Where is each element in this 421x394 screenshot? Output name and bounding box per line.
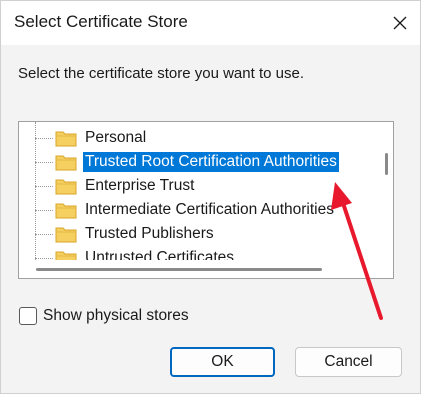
tree-item-label: Personal: [85, 129, 147, 146]
tree-item-label: Trusted Publishers: [85, 225, 214, 242]
instruction-text: Select the certificate store you want to…: [18, 65, 304, 82]
tree-item-enterprise-trust[interactable]: Enterprise Trust: [35, 175, 196, 197]
close-icon: [393, 16, 407, 30]
folder-icon: [55, 203, 77, 219]
tree-item-intermediate[interactable]: Intermediate Certification Authorities: [35, 199, 336, 221]
folder-icon: [55, 251, 77, 260]
horizontal-scrollbar[interactable]: [20, 263, 378, 277]
window-title: Select Certificate Store: [14, 12, 188, 31]
vertical-scroll-thumb[interactable]: [385, 153, 388, 175]
tree-item-label: Enterprise Trust: [85, 177, 195, 194]
tree-item-untrusted[interactable]: Untrusted Certificates: [35, 247, 236, 260]
checkbox-label: Show physical stores: [43, 307, 189, 324]
folder-icon: [55, 155, 77, 171]
title-bar: Select Certificate Store: [1, 1, 420, 45]
folder-icon: [55, 179, 77, 195]
tree-item-label: Intermediate Certification Authorities: [85, 201, 334, 218]
horizontal-scroll-thumb[interactable]: [36, 268, 322, 271]
vertical-scrollbar[interactable]: [380, 123, 392, 261]
folder-icon: [55, 131, 77, 147]
tree-item-trusted-root[interactable]: Trusted Root Certification Authorities: [35, 151, 339, 173]
tree-item-label: Untrusted Certificates: [85, 249, 235, 260]
checkbox-box[interactable]: [19, 307, 37, 325]
tree-item-label-selected: Trusted Root Certification Authorities: [83, 152, 339, 172]
folder-icon: [55, 227, 77, 243]
tree-items: Personal Trusted Root Certification Auth…: [19, 122, 379, 260]
ok-button[interactable]: OK: [170, 347, 275, 377]
certificate-store-tree[interactable]: Personal Trusted Root Certification Auth…: [18, 121, 394, 279]
close-button[interactable]: [386, 9, 414, 37]
cancel-button[interactable]: Cancel: [295, 347, 402, 377]
tree-item-personal[interactable]: Personal: [35, 127, 148, 149]
select-certificate-store-dialog: Select Certificate Store Select the cert…: [0, 0, 421, 394]
tree-item-trusted-publishers[interactable]: Trusted Publishers: [35, 223, 216, 245]
show-physical-stores-checkbox[interactable]: Show physical stores: [19, 307, 189, 325]
